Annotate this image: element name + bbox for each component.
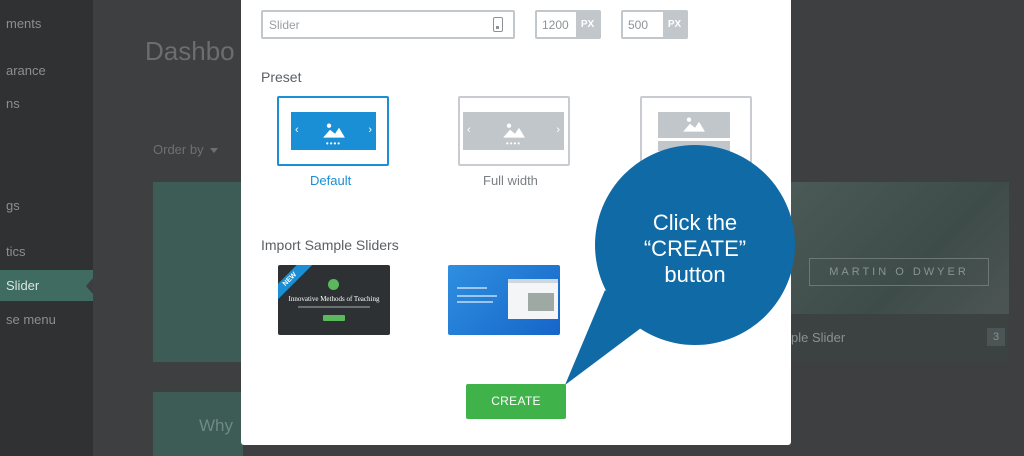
chevron-left-icon: ‹ bbox=[467, 124, 471, 136]
text-field-icon bbox=[493, 17, 503, 32]
sample-screen-image bbox=[528, 293, 554, 311]
image-icon bbox=[683, 117, 705, 132]
import-sample-heading: Import Sample Sliders bbox=[261, 237, 399, 253]
slider-card-count-badge: 3 bbox=[987, 328, 1005, 346]
chevron-right-icon: › bbox=[556, 124, 560, 136]
sample-button bbox=[323, 315, 345, 321]
sample-screen-mockup bbox=[508, 279, 558, 319]
background-card bbox=[153, 182, 243, 362]
slider-width-input[interactable]: 1200 PX bbox=[535, 10, 601, 39]
sidebar-item-analytics[interactable]: tics bbox=[6, 244, 26, 259]
callout-text: Click the “CREATE” button bbox=[643, 210, 747, 287]
image-icon bbox=[322, 123, 345, 138]
sidebar-item-collapse-menu[interactable]: se menu bbox=[6, 312, 56, 327]
preset-default-label[interactable]: Default bbox=[310, 173, 351, 188]
create-button[interactable]: CREATE bbox=[466, 384, 566, 419]
background-card-why-text: Why bbox=[199, 416, 233, 435]
admin-sidebar: ments arance ns gs tics Slider se menu bbox=[0, 0, 93, 456]
chevron-down-icon bbox=[209, 148, 218, 154]
chevron-right-icon: › bbox=[368, 124, 372, 136]
sample-headline: Innovative Methods of Teaching bbox=[288, 295, 380, 303]
preset-default[interactable]: ‹ › •••• bbox=[277, 96, 389, 166]
sidebar-item-slider[interactable]: Slider bbox=[0, 270, 93, 301]
sidebar-item-comments[interactable]: ments bbox=[6, 16, 41, 31]
chevron-left-icon: ‹ bbox=[295, 124, 299, 136]
slider-width-unit: PX bbox=[576, 12, 599, 37]
preset-thumbnails-preview bbox=[658, 112, 730, 138]
dashboard-title: Dashbo bbox=[145, 36, 235, 66]
slider-name-placeholder: Slider bbox=[269, 18, 300, 32]
order-by-label: Order by bbox=[153, 142, 204, 157]
image-icon bbox=[502, 123, 525, 138]
sample-slider-app[interactable] bbox=[448, 265, 560, 335]
order-by-dropdown[interactable]: Order by bbox=[153, 142, 218, 157]
slider-thumbnail-banner: MARTIN O DWYER bbox=[809, 258, 989, 286]
slider-thumbnail bbox=[791, 182, 1009, 314]
sidebar-item-settings[interactable]: gs bbox=[6, 198, 20, 213]
sample-subtext bbox=[298, 306, 370, 308]
preset-heading: Preset bbox=[261, 69, 302, 85]
sample-text-line bbox=[457, 295, 497, 297]
sample-text-line bbox=[457, 287, 487, 289]
slider-height-value: 500 bbox=[628, 18, 649, 32]
preset-full-width[interactable]: ‹ › •••• bbox=[458, 96, 570, 166]
slider-width-value: 1200 bbox=[542, 18, 569, 32]
sample-slider-teaching[interactable]: NEW Innovative Methods of Teaching bbox=[278, 265, 390, 335]
sidebar-item-plugins[interactable]: ns bbox=[6, 96, 20, 111]
slider-height-input[interactable]: 500 PX bbox=[621, 10, 688, 39]
play-icon bbox=[328, 279, 339, 290]
active-item-notch bbox=[86, 278, 93, 294]
slider-name-input[interactable]: Slider bbox=[261, 10, 515, 39]
slider-height-unit: PX bbox=[663, 12, 686, 37]
sidebar-item-appearance[interactable]: arance bbox=[6, 63, 46, 78]
pagination-dots-icon: •••• bbox=[505, 139, 522, 148]
preset-default-preview: ‹ › •••• bbox=[291, 112, 376, 150]
pagination-dots-icon: •••• bbox=[325, 139, 342, 148]
background-card-why: Why bbox=[153, 392, 243, 456]
preset-full-width-label[interactable]: Full width bbox=[483, 173, 538, 188]
preset-full-width-preview: ‹ › •••• bbox=[463, 112, 564, 150]
sample-text-line bbox=[457, 301, 493, 303]
background-slider-card: MARTIN O DWYER ple Slider 3 bbox=[791, 182, 1009, 362]
